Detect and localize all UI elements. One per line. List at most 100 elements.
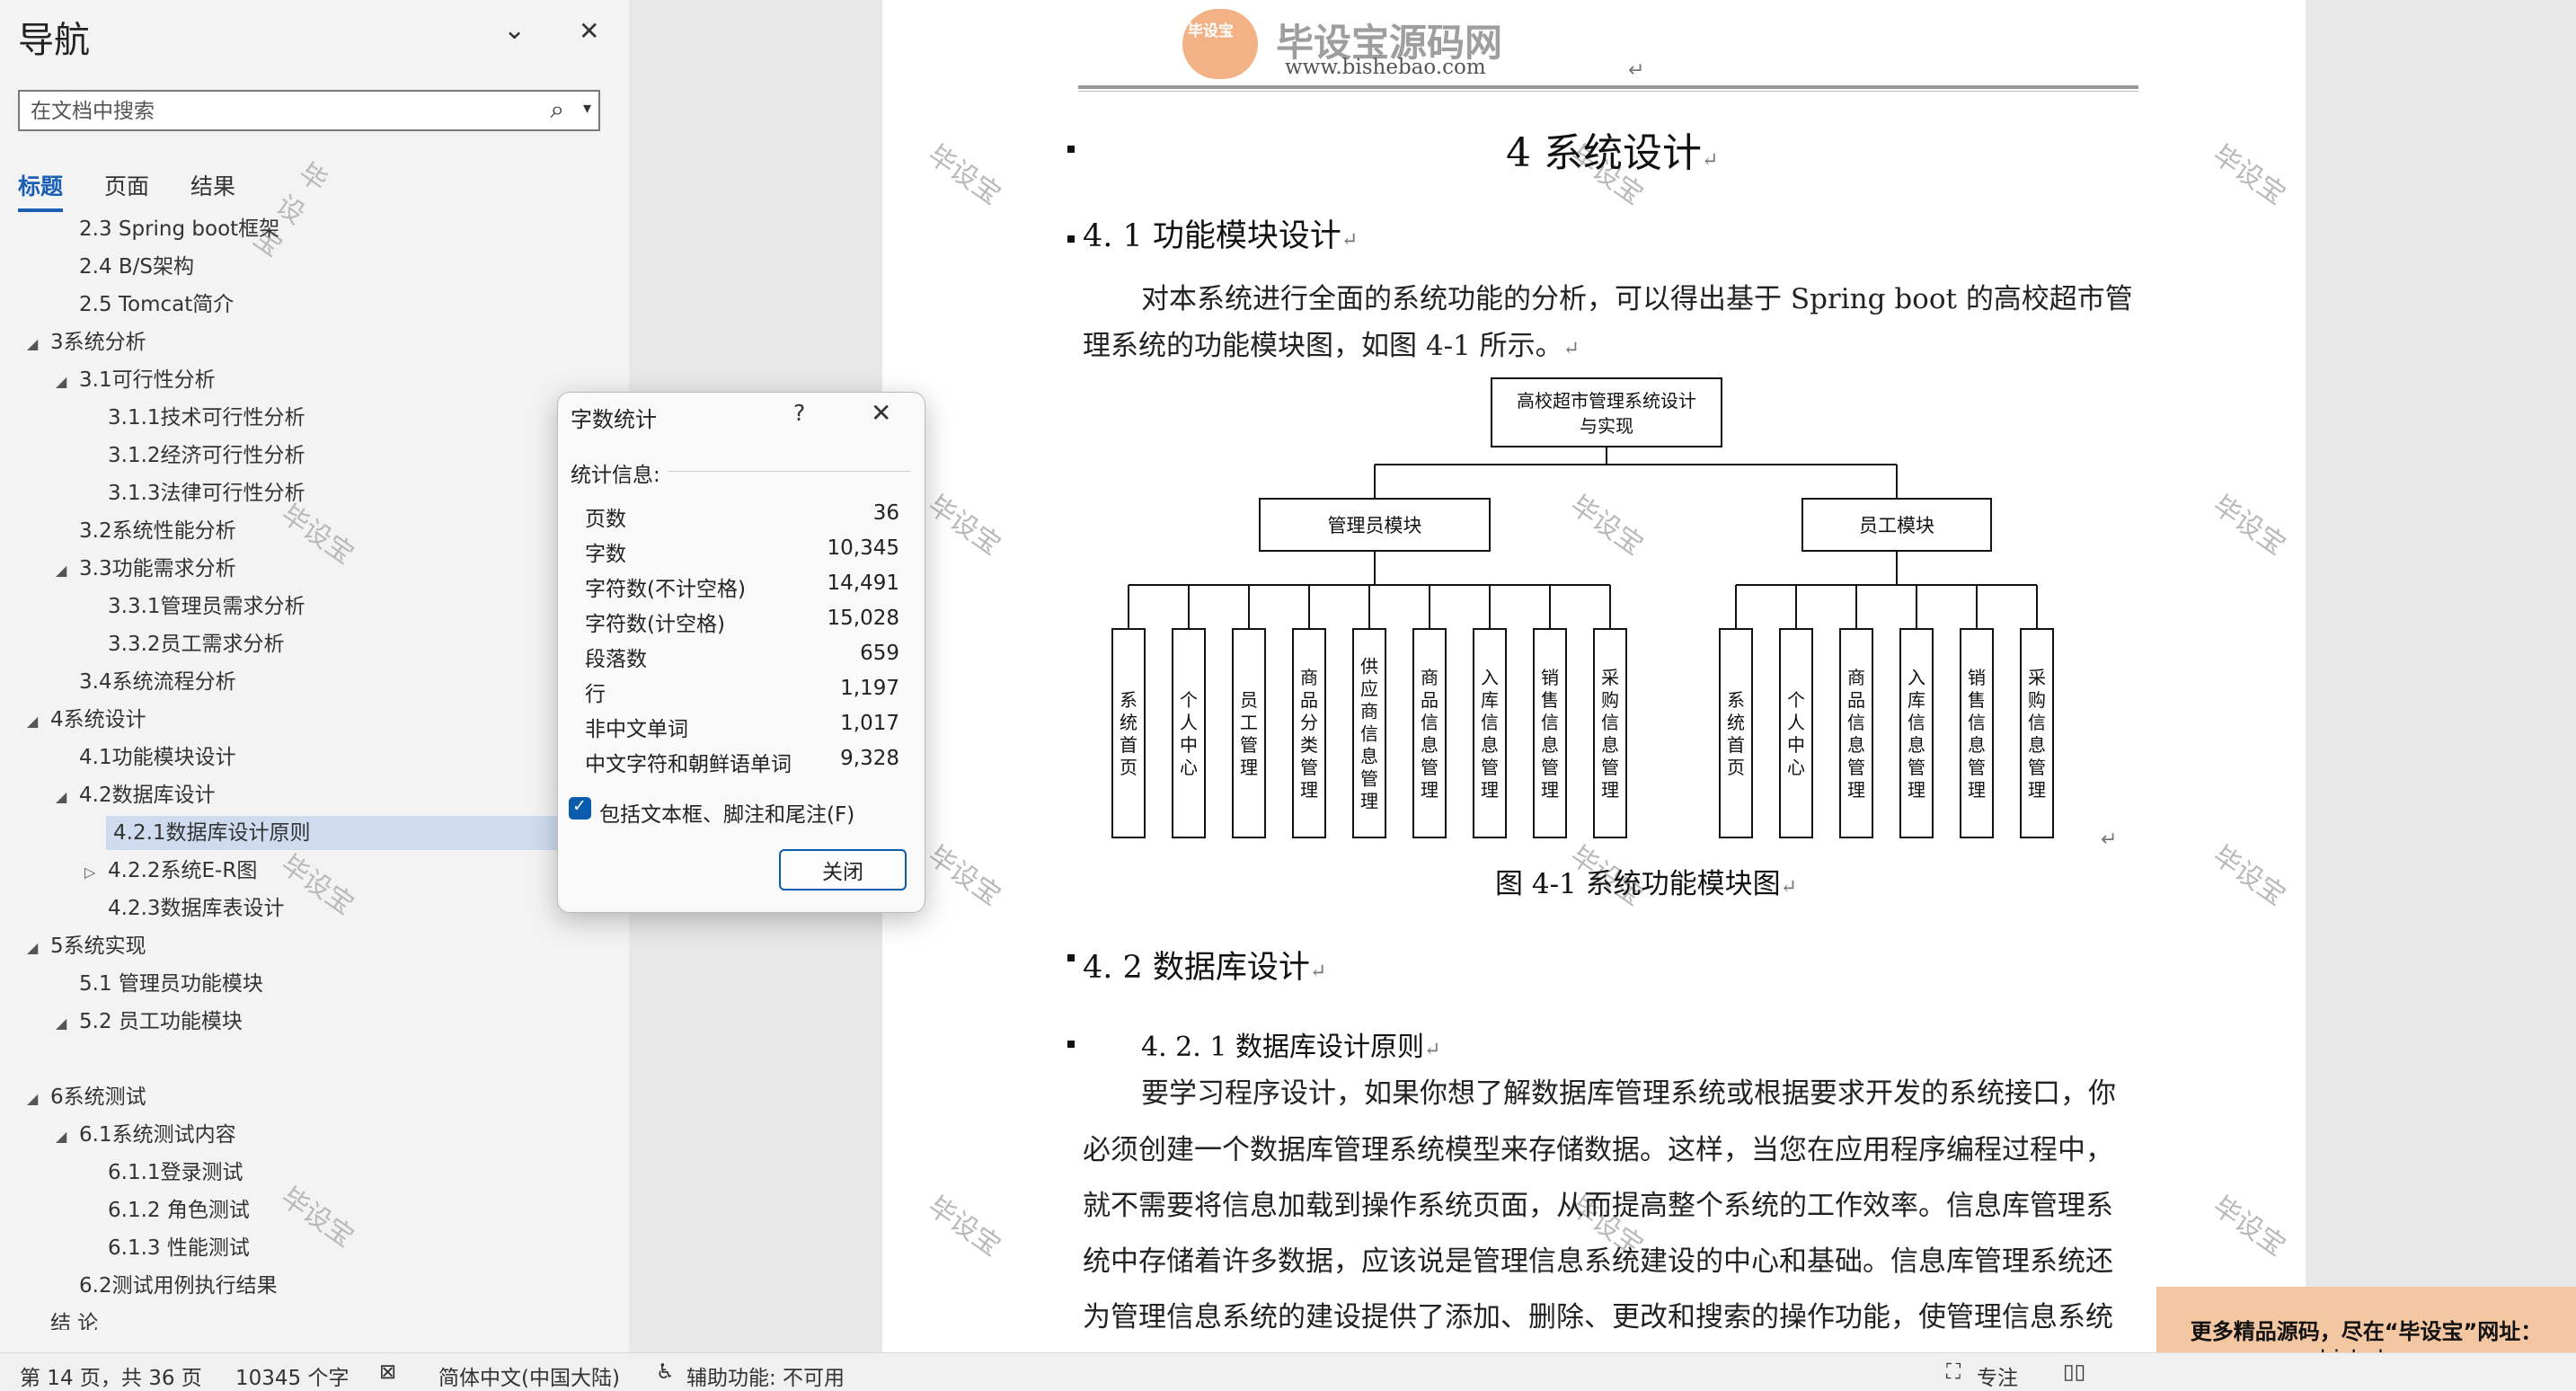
stat-row: 字数 10,345 (585, 536, 899, 571)
stat-label: 段落数 (585, 648, 647, 671)
section-heading: 4. 2 数据库设计↵ (1083, 950, 1327, 986)
stat-row: 非中文单词 1,017 (585, 712, 899, 747)
leaf-node-char: 息 (1601, 734, 1619, 756)
leaf-node-char: 心 (1180, 757, 1198, 778)
leaf-node (2020, 628, 2054, 838)
body-text: 统中存储着许多数据，应该说是管理信息系统建设的中心和基础。信息库管理系统还 (1083, 1245, 2113, 1278)
leaf-node-char: 管 (2028, 757, 2046, 778)
leaf-node-char: 采 (2028, 667, 2046, 688)
paragraph-mark: ↵ (1628, 59, 1645, 82)
leaf-node-char: 统 (1120, 712, 1138, 733)
stat-value: 14,491 (827, 571, 899, 595)
root-node-label: 与实现 (1580, 415, 1633, 437)
leaf-node-char: 信 (1968, 712, 1986, 733)
leaf-node-char: 信 (2028, 712, 2046, 733)
leaf-node-char: 管 (1421, 757, 1438, 778)
leaf-node (1533, 628, 1567, 838)
close-button[interactable]: 关闭 (779, 849, 907, 890)
leaf-node (1412, 628, 1447, 838)
list-bullet (1067, 235, 1075, 243)
leaf-node-char: 库 (1908, 689, 1925, 711)
stat-value: 9,328 (840, 747, 899, 770)
body-text: 必须创建一个数据库管理系统模型来存储数据。这样，当您在应用程序编程过程中， (1083, 1134, 2113, 1166)
leaf-node-char: 息 (1908, 734, 1925, 756)
leaf-node-char: 品 (1300, 689, 1318, 711)
proofing-icon[interactable]: ⊠ (379, 1360, 396, 1384)
leaf-node-char: 首 (1727, 734, 1745, 756)
leaf-node-char: 息 (1541, 734, 1559, 756)
leaf-node-char: 管 (1240, 734, 1258, 756)
stat-row: 字符数(不计空格) 14,491 (585, 571, 899, 607)
leaf-node-char: 理 (1421, 779, 1438, 801)
leaf-node (1593, 628, 1627, 838)
list-bullet (1067, 954, 1075, 961)
chapter-title: 4 系统设计↵ (1506, 130, 1719, 176)
leaf-node (1839, 628, 1873, 838)
accessibility-indicator[interactable]: 辅助功能: 不可用 (686, 1360, 845, 1391)
leaf-node-char: 工 (1240, 712, 1258, 733)
accessibility-icon[interactable]: ♿ (656, 1360, 675, 1384)
leaf-node-char: 库 (1481, 689, 1499, 711)
check-icon: ✓ (572, 796, 587, 816)
leaf-node-char: 中 (1180, 734, 1198, 756)
leaf-node-char: 息 (1421, 734, 1438, 756)
leaf-node-char: 入 (1481, 667, 1499, 688)
page-indicator[interactable]: 第 14 页，共 36 页 (20, 1360, 202, 1391)
watermark: 毕设宝 (2207, 138, 2291, 212)
leaf-node-char: 页 (1727, 757, 1745, 778)
section-heading: 4. 1 功能模块设计↵ (1083, 218, 1359, 254)
stat-label: 字符数(计空格) (585, 613, 725, 636)
stat-row: 字符数(计空格) 15,028 (585, 607, 899, 642)
watermark: 毕设宝 (2207, 489, 2291, 563)
body-text: 要学习程序设计，如果你想了解数据库管理系统或根据要求开发的系统接口，你 (1141, 1077, 2116, 1110)
leaf-node-char: 管 (1541, 757, 1559, 778)
read-mode-icon[interactable]: ▯▯ (2063, 1360, 2085, 1384)
leaf-node-char: 商 (1847, 667, 1865, 688)
leaf-node-char: 管 (1481, 757, 1499, 778)
leaf-node-char: 信 (1481, 712, 1499, 733)
checkbox-label: 包括文本框、脚注和尾注(F) (599, 803, 855, 827)
status-bar: 第 14 页，共 36 页 10345 个字 ⊠ 简体中文(中国大陆) ♿ 辅助… (0, 1352, 2576, 1391)
leaf-node-char: 理 (1847, 779, 1865, 801)
leaf-node-char: 个 (1180, 689, 1198, 711)
list-bullet (1067, 146, 1075, 153)
leaf-node-char: 品 (1421, 689, 1438, 711)
leaf-node-char: 中 (1787, 734, 1805, 756)
stat-value: 15,028 (827, 607, 899, 630)
leaf-node-char: 供 (1360, 656, 1378, 678)
leaf-node-char: 分 (1300, 712, 1318, 733)
leaf-node-char: 理 (1908, 779, 1925, 801)
stat-value: 36 (872, 501, 899, 525)
list-bullet (1067, 1041, 1075, 1048)
focus-label[interactable]: 专注 (1977, 1360, 2018, 1391)
language-indicator[interactable]: 简体中文(中国大陆) (438, 1360, 620, 1391)
leaf-node (1899, 628, 1934, 838)
close-icon[interactable]: ✕ (871, 398, 891, 428)
leaf-node-char: 系 (1727, 689, 1745, 711)
section-divider (668, 471, 910, 472)
leaf-node (1172, 628, 1206, 838)
leaf-node-char: 管 (1360, 768, 1378, 790)
paragraph-mark: ↵ (2101, 828, 2118, 851)
word-count-dialog: 字数统计 ? ✕ 统计信息: ✓ 包括文本框、脚注和尾注(F) 关闭 页数 36 字… (557, 392, 925, 913)
leaf-node-char: 信 (1908, 712, 1925, 733)
stat-label: 中文字符和朝鲜语单词 (585, 753, 792, 776)
leaf-node-char: 系 (1120, 689, 1138, 711)
stat-value: 1,197 (840, 677, 899, 700)
leaf-node (1111, 628, 1146, 838)
leaf-node-char: 理 (1601, 779, 1619, 801)
focus-icon[interactable]: ⛶ (1946, 1360, 1961, 1384)
leaf-node-char: 商 (1300, 667, 1318, 688)
dialog-title: 字数统计 (571, 407, 657, 432)
watermark: 毕设宝 (275, 498, 359, 571)
include-notes-checkbox[interactable]: ✓ (569, 796, 591, 820)
stat-row: 页数 36 (585, 501, 899, 536)
word-count-indicator[interactable]: 10345 个字 (235, 1360, 349, 1391)
root-node-label: 高校超市管理系统设计 (1517, 390, 1696, 412)
header-url: www.bishebao.com (1285, 56, 1486, 79)
leaf-node-char: 应 (1360, 678, 1378, 700)
leaf-node-char: 息 (1360, 746, 1378, 767)
help-icon[interactable]: ? (793, 400, 805, 426)
leaf-node-char: 息 (2028, 734, 2046, 756)
module-node-label: 员工模块 (1859, 515, 1934, 536)
